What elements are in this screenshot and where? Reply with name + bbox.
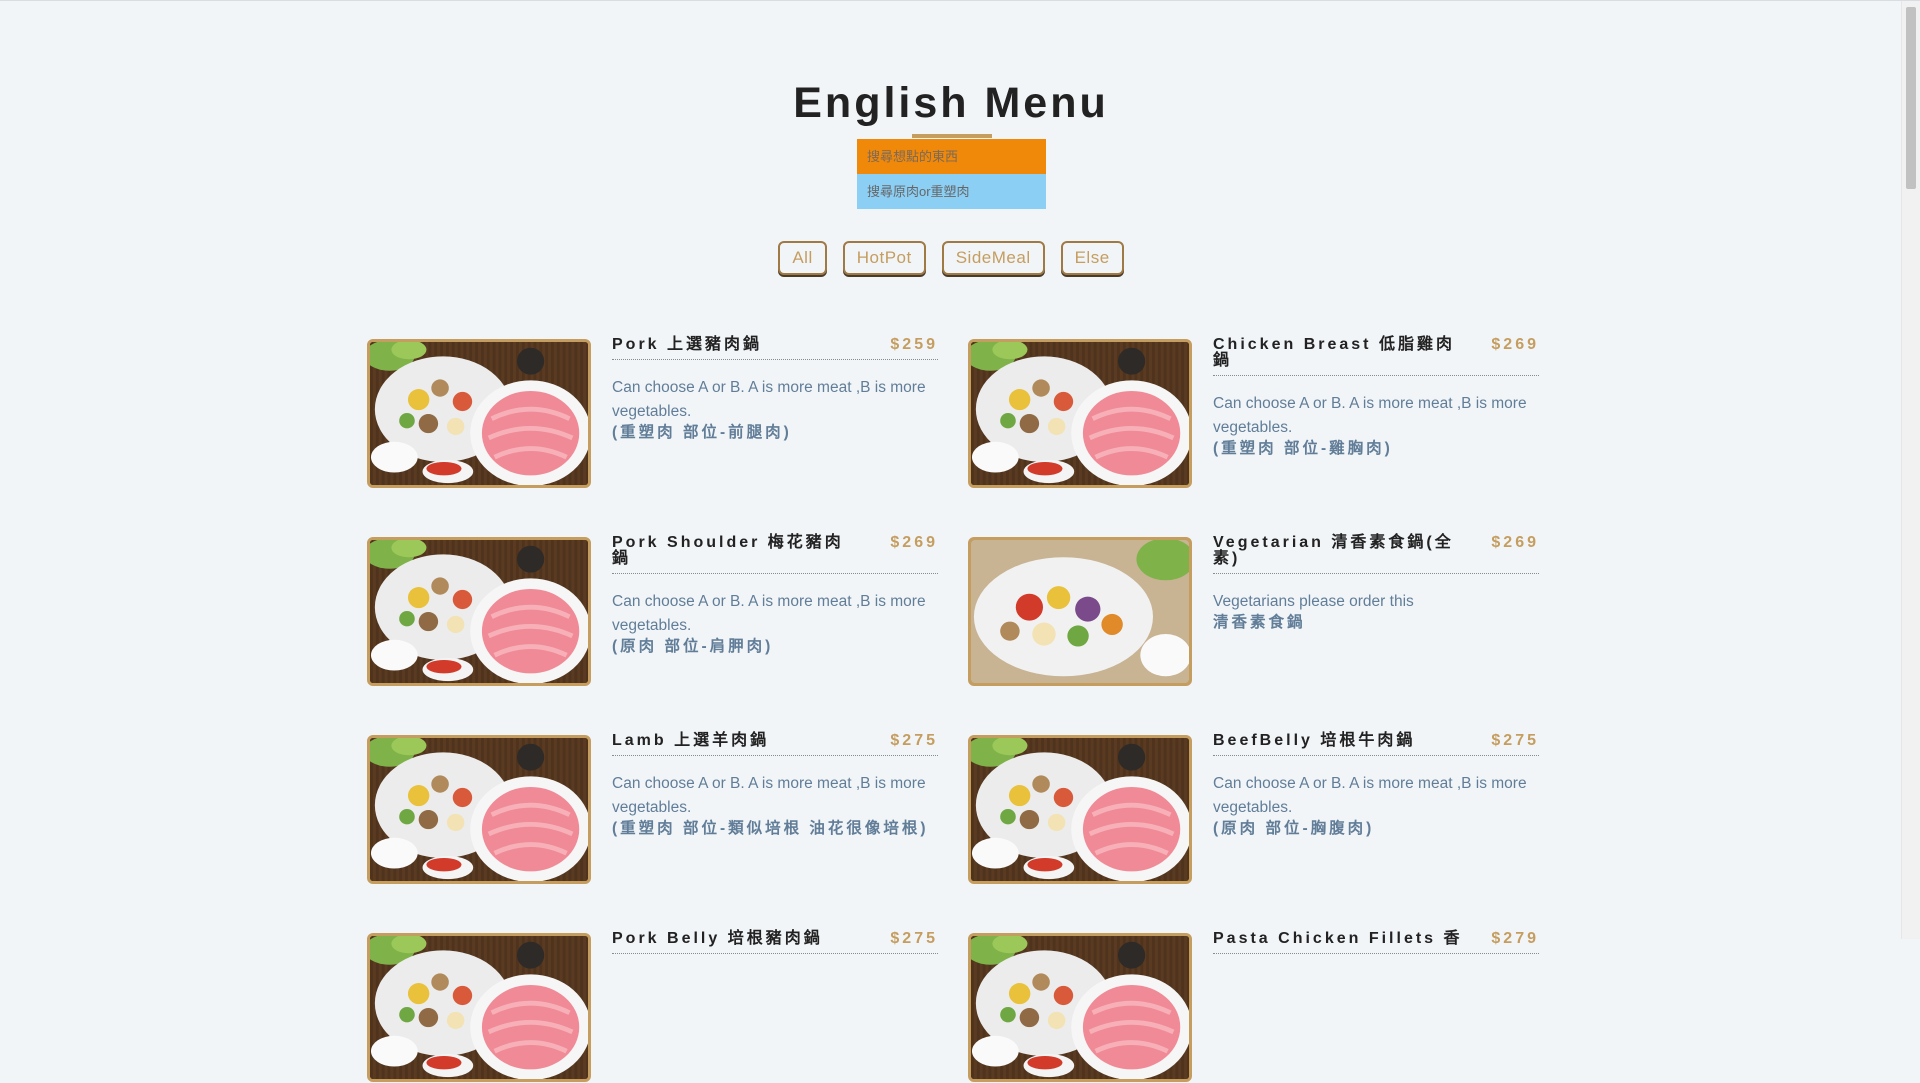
menu-item-name: Vegetarian 清香素食鍋(全素) — [1213, 534, 1454, 567]
page-scrollbar[interactable] — [1901, 1, 1920, 939]
menu-item-note: (原肉 部位-肩胛肉) — [612, 638, 774, 655]
menu-item-description: Can choose A or B. A is more meat ,B is … — [612, 593, 926, 634]
menu-item-photo — [968, 933, 1192, 1082]
menu-item-price: $269 — [1491, 534, 1539, 551]
menu-item-price: $279 — [1491, 930, 1539, 947]
menu-item-photo — [367, 933, 591, 1082]
menu-item-photo — [968, 735, 1192, 884]
menu-item-name: BeefBelly 培根牛肉鍋 — [1213, 732, 1416, 749]
menu-item-description: Can choose A or B. A is more meat ,B is … — [1213, 395, 1527, 436]
menu-item-name: Lamb 上選羊肉鍋 — [612, 732, 770, 749]
filter-sidemeal-button[interactable]: SideMeal — [941, 241, 1045, 275]
search-input[interactable] — [857, 139, 1046, 174]
menu-page: English Menu All HotPot SideMeal Else Po… — [0, 1, 1902, 1082]
menu-item-price: $275 — [1491, 732, 1539, 749]
scrollbar-thumb[interactable] — [1906, 7, 1916, 189]
menu-item-name: Pasta Chicken Fillets 香 — [1213, 930, 1463, 947]
menu-item-description: Can choose A or B. A is more meat ,B is … — [612, 775, 926, 816]
menu-item-photo — [367, 537, 591, 686]
menu-item-note: (重塑肉 部位-類似培根 油花很像培根) — [612, 820, 929, 837]
category-filters: All HotPot SideMeal Else — [0, 241, 1902, 275]
menu-item: Pork 上選豬肉鍋 $259 Can choose A or B. A is m… — [367, 336, 952, 489]
menu-item-description: Can choose A or B. A is more meat ,B is … — [612, 379, 926, 420]
menu-item-price: $259 — [890, 336, 938, 353]
meat-type-search-input[interactable] — [857, 174, 1046, 209]
menu-item-photo — [968, 339, 1192, 488]
menu-item-name: Pork Shoulder 梅花豬肉鍋 — [612, 534, 844, 567]
menu-item-name: Pork 上選豬肉鍋 — [612, 336, 763, 353]
menu-item-name: Pork Belly 培根豬肉鍋 — [612, 930, 823, 947]
menu-item-description: Can choose A or B. A is more meat ,B is … — [1213, 775, 1527, 816]
title-underline — [912, 134, 992, 138]
menu-item-description: Vegetarians please order this — [1213, 593, 1414, 610]
menu-item: Pork Shoulder 梅花豬肉鍋 $269 Can choose A or … — [367, 534, 952, 687]
filter-else-button[interactable]: Else — [1060, 241, 1124, 275]
menu-item-photo — [367, 339, 591, 488]
menu-item-note: (重塑肉 部位-前腿肉) — [612, 424, 792, 441]
page-title: English Menu — [793, 79, 1109, 127]
menu-item-note: (原肉 部位-胸腹肉) — [1213, 820, 1375, 837]
menu-item-note: (重塑肉 部位-雞胸肉) — [1213, 440, 1393, 457]
menu-item-name: Chicken Breast 低脂雞肉鍋 — [1213, 336, 1455, 369]
menu-item: Chicken Breast 低脂雞肉鍋 $269 Can choose A or… — [968, 336, 1553, 489]
menu-item-price: $275 — [890, 930, 938, 947]
menu-item-note: 清香素食鍋 — [1213, 614, 1306, 631]
menu-item: BeefBelly 培根牛肉鍋 $275 Can choose A or B. A… — [968, 732, 1553, 885]
filter-hotpot-button[interactable]: HotPot — [842, 241, 926, 275]
menu-item-photo — [968, 537, 1192, 686]
menu-item-photo — [367, 735, 591, 884]
menu-item: Vegetarian 清香素食鍋(全素) $269 Vegetarians ple… — [968, 534, 1553, 687]
menu-item-price: $269 — [1491, 336, 1539, 353]
menu-item-price: $269 — [890, 534, 938, 551]
menu-item: Lamb 上選羊肉鍋 $275 Can choose A or B. A is m… — [367, 732, 952, 885]
menu-item: Pasta Chicken Fillets 香 $279 — [968, 930, 1553, 1083]
menu-item: Pork Belly 培根豬肉鍋 $275 — [367, 930, 952, 1083]
filter-all-button[interactable]: All — [778, 241, 827, 275]
menu-item-price: $275 — [890, 732, 938, 749]
